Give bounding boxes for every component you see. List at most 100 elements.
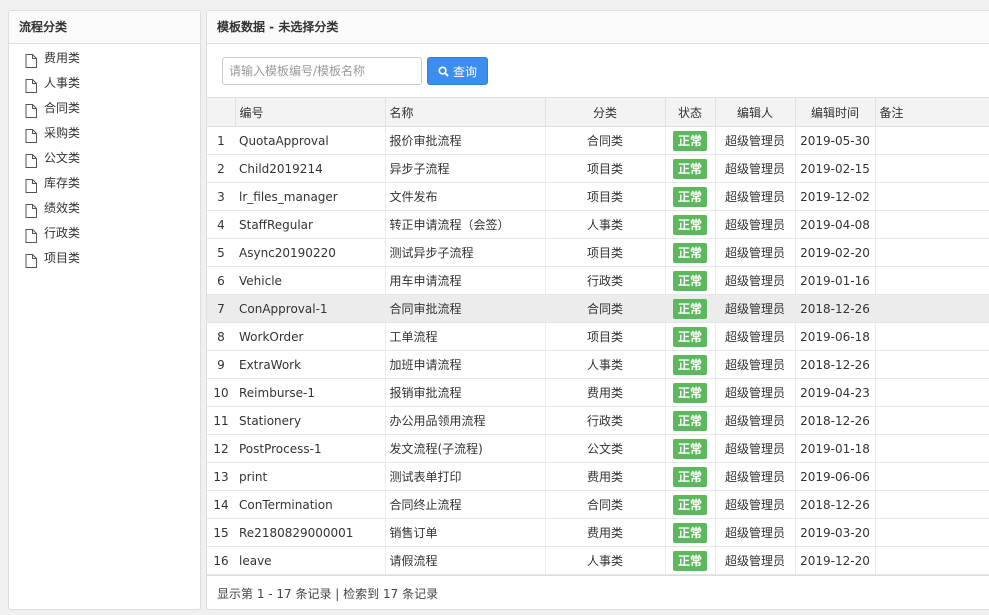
row-number: 9 [207, 350, 235, 379]
cell-name: 用车申请流程 [385, 266, 546, 295]
cell-code: WorkOrder [235, 322, 386, 351]
row-number: 11 [207, 406, 235, 435]
category-item[interactable]: 费用类 [9, 46, 200, 71]
cell-name: 报价审批流程 [385, 126, 546, 155]
cell-edit-time: 2019-06-18 [795, 322, 876, 351]
file-icon [25, 227, 37, 243]
header-category[interactable]: 分类 [545, 97, 666, 127]
cell-name: 异步子流程 [385, 154, 546, 183]
status-badge: 正常 [672, 326, 707, 347]
category-item-label: 采购类 [44, 126, 81, 140]
cell-note [875, 182, 989, 211]
table-row[interactable]: 11 Stationery 办公用品领用流程 行政类 正常 超级管理员 2018-12-26 [207, 406, 989, 435]
category-panel: 流程分类 费用类 人事类 合同类 采购类 公文类 库存类 绩效类 行政类 项目类 [8, 10, 201, 610]
cell-edit-time: 2019-05-30 [795, 126, 876, 155]
row-number: 2 [207, 154, 235, 183]
cell-code: Stationery [235, 406, 386, 435]
cell-editor: 超级管理员 [715, 490, 796, 519]
table-row[interactable]: 12 PostProcess-1 发文流程(子流程) 公文类 正常 超级管理员 2019-0… [207, 434, 989, 463]
cell-category: 项目类 [545, 322, 666, 351]
cell-editor: 超级管理员 [715, 266, 796, 295]
category-item-label: 绩效类 [44, 201, 81, 215]
cell-category: 人事类 [545, 350, 666, 379]
category-item[interactable]: 人事类 [9, 71, 200, 96]
cell-name: 发文流程(子流程) [385, 434, 546, 463]
category-item[interactable]: 项目类 [9, 246, 200, 271]
cell-note [875, 518, 989, 547]
file-icon [25, 252, 37, 268]
category-item[interactable]: 绩效类 [9, 196, 200, 221]
table-row[interactable]: 8 WorkOrder 工单流程 项目类 正常 超级管理员 2019-06-18 [207, 322, 989, 351]
file-icon [25, 127, 37, 143]
header-edit-time[interactable]: 编辑时间 [795, 97, 876, 127]
category-item[interactable]: 采购类 [9, 121, 200, 146]
cell-name: 测试异步子流程 [385, 238, 546, 267]
cell-note [875, 322, 989, 351]
cell-edit-time: 2018-12-26 [795, 294, 876, 323]
table-row[interactable]: 4 StaffRegular 转正申请流程（会签） 人事类 正常 超级管理员 2019-04… [207, 210, 989, 239]
status-badge: 正常 [672, 130, 707, 151]
cell-editor: 超级管理员 [715, 322, 796, 351]
table-row[interactable]: 13 print 测试表单打印 费用类 正常 超级管理员 2019-06-06 [207, 462, 989, 491]
cell-code: ExtraWork [235, 350, 386, 379]
status-badge: 正常 [672, 522, 707, 543]
search-button-label: 查询 [453, 64, 478, 79]
cell-name: 工单流程 [385, 322, 546, 351]
cell-category: 公文类 [545, 434, 666, 463]
table-row[interactable]: 10 Reimburse-1 报销审批流程 费用类 正常 超级管理员 2019-04-23 [207, 378, 989, 407]
table-row[interactable]: 9 ExtraWork 加班申请流程 人事类 正常 超级管理员 2018-12-26 [207, 350, 989, 379]
search-button[interactable]: 查询 [427, 57, 489, 85]
cell-edit-time: 2019-01-18 [795, 434, 876, 463]
status-badge: 正常 [672, 466, 707, 487]
status-badge: 正常 [672, 214, 707, 235]
row-number: 5 [207, 238, 235, 267]
cell-editor: 超级管理员 [715, 378, 796, 407]
table-row[interactable]: 1 QuotaApproval 报价审批流程 合同类 正常 超级管理员 2019-05-30 [207, 126, 989, 155]
cell-code: PostProcess-1 [235, 434, 386, 463]
table-row[interactable]: 5 Async20190220 测试异步子流程 项目类 正常 超级管理员 2019-02-2… [207, 238, 989, 267]
header-name[interactable]: 名称 [385, 97, 546, 127]
status-badge: 正常 [672, 270, 707, 291]
table-row[interactable]: 3 lr_files_manager 文件发布 项目类 正常 超级管理员 2019-12-0… [207, 182, 989, 211]
cell-status: 正常 [665, 406, 716, 435]
row-number: 14 [207, 490, 235, 519]
category-item[interactable]: 合同类 [9, 96, 200, 121]
cell-name: 办公用品领用流程 [385, 406, 546, 435]
cell-status: 正常 [665, 210, 716, 239]
search-bar: 查询 [222, 57, 489, 85]
category-item[interactable]: 库存类 [9, 171, 200, 196]
cell-name: 文件发布 [385, 182, 546, 211]
header-note[interactable]: 备注 [875, 97, 989, 127]
category-item-label: 人事类 [44, 76, 81, 90]
grid-header-row: 编号 名称 分类 状态 编辑人 编辑时间 备注 [207, 97, 989, 127]
table-row[interactable]: 6 Vehicle 用车申请流程 行政类 正常 超级管理员 2019-01-16 [207, 266, 989, 295]
cell-code: Async20190220 [235, 238, 386, 267]
cell-name: 合同审批流程 [385, 294, 546, 323]
header-code[interactable]: 编号 [235, 97, 386, 127]
cell-code: Vehicle [235, 266, 386, 295]
header-editor[interactable]: 编辑人 [715, 97, 796, 127]
cell-category: 项目类 [545, 154, 666, 183]
cell-code: ConTermination [235, 490, 386, 519]
cell-edit-time: 2018-12-26 [795, 350, 876, 379]
cell-edit-time: 2019-12-20 [795, 546, 876, 575]
cell-category: 项目类 [545, 238, 666, 267]
category-item-label: 行政类 [44, 226, 81, 240]
cell-edit-time: 2019-04-23 [795, 378, 876, 407]
search-input[interactable] [222, 57, 422, 85]
cell-note [875, 210, 989, 239]
category-item[interactable]: 公文类 [9, 146, 200, 171]
cell-category: 行政类 [545, 266, 666, 295]
row-number: 4 [207, 210, 235, 239]
table-row[interactable]: 14 ConTermination 合同终止流程 合同类 正常 超级管理员 2018-12-… [207, 490, 989, 519]
table-row[interactable]: 2 Child2019214 异步子流程 项目类 正常 超级管理员 2019-02-15 [207, 154, 989, 183]
table-row[interactable]: 15 Re2180829000001 销售订单 费用类 正常 超级管理员 2019-03-2… [207, 518, 989, 547]
category-item[interactable]: 行政类 [9, 221, 200, 246]
header-status[interactable]: 状态 [665, 97, 716, 127]
cell-edit-time: 2018-12-26 [795, 406, 876, 435]
cell-edit-time: 2019-12-02 [795, 182, 876, 211]
table-row[interactable]: 7 ConApproval-1 合同审批流程 合同类 正常 超级管理员 2018-12-26 [207, 294, 989, 323]
cell-status: 正常 [665, 490, 716, 519]
template-panel: 模板数据 - 未选择分类 查询 编号 名称 分类 状态 [206, 10, 989, 610]
table-row[interactable]: 16 leave 请假流程 人事类 正常 超级管理员 2019-12-20 [207, 546, 989, 575]
